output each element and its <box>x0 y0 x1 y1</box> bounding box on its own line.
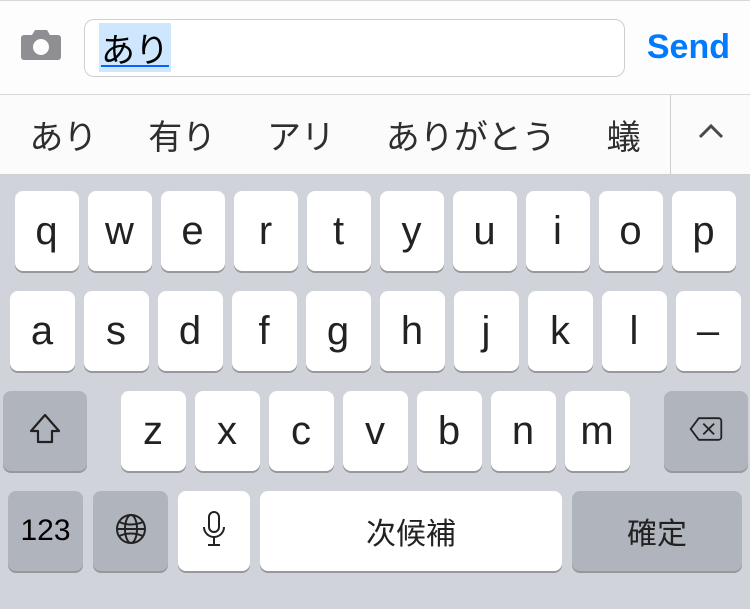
dictation-key[interactable] <box>178 491 250 571</box>
message-input-bar: あり Send <box>0 0 750 95</box>
confirm-key[interactable]: 確定 <box>572 491 742 571</box>
key-e[interactable]: e <box>161 191 225 271</box>
keyboard: q w e r t y u i o p a s d f g h j k l – … <box>0 175 750 609</box>
backspace-key[interactable] <box>664 391 748 471</box>
ime-candidate-bar: あり 有り アリ ありがとう 蟻 <box>0 95 750 175</box>
spacer <box>639 391 655 471</box>
candidate-item[interactable]: アリ <box>257 110 345 159</box>
shift-icon <box>27 411 63 452</box>
key-z[interactable]: z <box>121 391 186 471</box>
key-h[interactable]: h <box>380 291 445 371</box>
shift-key[interactable] <box>3 391 87 471</box>
key-s[interactable]: s <box>84 291 149 371</box>
candidate-item[interactable]: あり <box>19 110 107 159</box>
key-dash[interactable]: – <box>676 291 741 371</box>
backspace-icon <box>688 411 724 452</box>
key-i[interactable]: i <box>526 191 590 271</box>
composing-text: あり <box>99 23 171 72</box>
key-b[interactable]: b <box>417 391 482 471</box>
key-q[interactable]: q <box>15 191 79 271</box>
key-p[interactable]: p <box>672 191 736 271</box>
keyboard-row-2: a s d f g h j k l – <box>8 291 742 371</box>
send-button[interactable]: Send <box>643 28 734 67</box>
key-n[interactable]: n <box>491 391 556 471</box>
key-g[interactable]: g <box>306 291 371 371</box>
key-c[interactable]: c <box>269 391 334 471</box>
key-r[interactable]: r <box>234 191 298 271</box>
key-j[interactable]: j <box>454 291 519 371</box>
key-f[interactable]: f <box>232 291 297 371</box>
camera-icon <box>19 27 63 68</box>
expand-candidates-button[interactable] <box>670 95 750 174</box>
key-u[interactable]: u <box>453 191 517 271</box>
camera-button[interactable] <box>16 28 66 68</box>
key-t[interactable]: t <box>307 191 371 271</box>
key-k[interactable]: k <box>528 291 593 371</box>
key-x[interactable]: x <box>195 391 260 471</box>
message-text-input[interactable]: あり <box>84 19 625 77</box>
keyboard-row-1: q w e r t y u i o p <box>8 191 742 271</box>
candidate-item[interactable]: ありがとう <box>376 110 566 159</box>
key-a[interactable]: a <box>10 291 75 371</box>
candidate-item[interactable]: 蟻 <box>597 110 651 159</box>
candidate-list: あり 有り アリ ありがとう 蟻 <box>0 95 670 174</box>
keyboard-row-4: 123 次候補 確定 <box>8 491 742 571</box>
globe-icon <box>113 511 149 552</box>
key-y[interactable]: y <box>380 191 444 271</box>
key-o[interactable]: o <box>599 191 663 271</box>
key-w[interactable]: w <box>88 191 152 271</box>
spacer <box>96 391 112 471</box>
candidate-item[interactable]: 有り <box>138 110 226 159</box>
key-d[interactable]: d <box>158 291 223 371</box>
key-l[interactable]: l <box>602 291 667 371</box>
next-candidate-key[interactable]: 次候補 <box>260 491 562 571</box>
key-m[interactable]: m <box>565 391 630 471</box>
key-v[interactable]: v <box>343 391 408 471</box>
keyboard-row-3: z x c v b n m <box>8 391 742 471</box>
globe-key[interactable] <box>93 491 168 571</box>
numeric-switch-label: 123 <box>20 514 70 548</box>
chevron-up-icon <box>696 117 726 152</box>
numeric-switch-key[interactable]: 123 <box>8 491 83 571</box>
microphone-icon <box>199 509 229 554</box>
